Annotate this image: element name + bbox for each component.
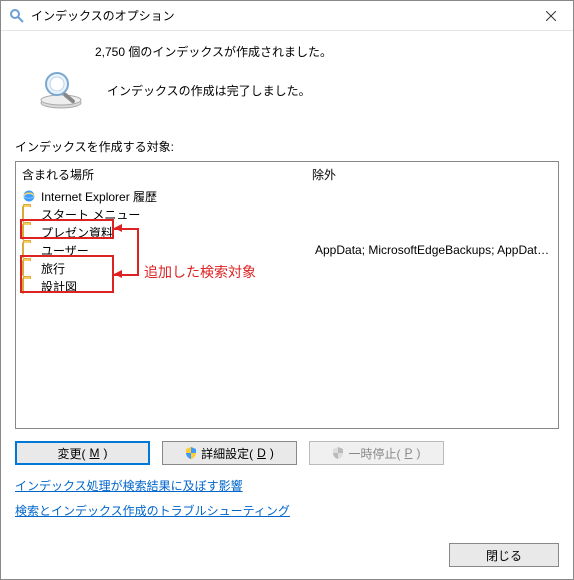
locations-list: 含まれる場所 除外 Internet Explorer 履歴スタート メニュープ… [15,161,559,429]
titlebar: インデックスのオプション [1,1,573,31]
annotation-connector [137,228,139,276]
folder-icon [22,261,38,275]
location-name: Internet Explorer 履歴 [41,188,315,205]
link-indexing-impact[interactable]: インデックス処理が検索結果に及ぼす影響 [15,477,243,494]
location-row[interactable]: プレゼン資料 [22,223,552,241]
location-name: プレゼン資料 [41,224,315,241]
annotation-arrowhead-2 [114,270,122,278]
pause-hotkey: P [404,446,412,460]
modify-button[interactable]: 変更( M) [15,441,150,465]
location-row[interactable]: 設計図 [22,277,552,295]
action-buttons-row: 変更( M) 詳細設定( D) 一時停止( P) [15,441,559,465]
locations-body: Internet Explorer 履歴スタート メニュープレゼン資料ユーザーA… [16,187,558,295]
location-exclude: AppData; MicrosoftEdgeBackups; AppData; … [315,243,552,257]
index-count-row: 2,750 個のインデックスが作成されました。 [15,41,559,66]
column-exclude: 除外 [312,166,552,183]
advanced-label-pre: 詳細設定( [201,445,253,462]
modify-label-pre: 変更( [58,445,86,462]
annotation-label: 追加した検索対象 [144,262,256,282]
locations-header: 含まれる場所 除外 [16,162,558,187]
indexing-options-window: インデックスのオプション 2,750 個のインデックスが作成されました。 インデ… [0,0,574,580]
location-row[interactable]: スタート メニュー [22,205,552,223]
modify-label-post: ) [104,446,108,460]
app-icon [9,8,25,24]
window-title: インデックスのオプション [31,7,528,24]
internet-explorer-icon [22,189,38,203]
content-area: 2,750 個のインデックスが作成されました。 インデックスの作成は完了しました… [1,31,573,533]
pause-label-post: ) [417,446,421,460]
advanced-hotkey: D [257,446,266,460]
location-row[interactable]: 旅行 [22,259,552,277]
close-icon [546,11,556,21]
shield-icon [185,447,197,459]
index-status-row: インデックスの作成は完了しました。 [15,66,559,138]
location-row[interactable]: Internet Explorer 履歴 [22,187,552,205]
location-row[interactable]: ユーザーAppData; MicrosoftEdgeBackups; AppDa… [22,241,552,259]
close-button[interactable]: 閉じる [449,543,559,567]
annotation-arrowhead-1 [114,224,122,232]
location-name: ユーザー [41,242,315,259]
magnifier-drive-icon [37,70,85,110]
index-count-text: 2,750 個のインデックスが作成されました。 [95,43,332,60]
folder-icon [22,279,38,293]
pause-button: 一時停止( P) [309,441,444,465]
column-included: 含まれる場所 [22,166,312,183]
location-name: スタート メニュー [41,206,315,223]
modify-hotkey: M [90,446,100,460]
advanced-button[interactable]: 詳細設定( D) [162,441,297,465]
index-status-text: インデックスの作成は完了しました。 [107,82,311,99]
window-close-button[interactable] [528,1,573,30]
locations-section-label: インデックスを作成する対象: [15,138,559,155]
link-troubleshoot[interactable]: 検索とインデックス作成のトラブルシューティング [15,502,290,519]
folder-icon [22,225,38,239]
shield-icon [332,447,344,459]
folder-icon [22,243,38,257]
folder-icon [22,207,38,221]
advanced-label-post: ) [270,446,274,460]
footer: 閉じる [1,533,573,579]
pause-label-pre: 一時停止( [348,445,400,462]
